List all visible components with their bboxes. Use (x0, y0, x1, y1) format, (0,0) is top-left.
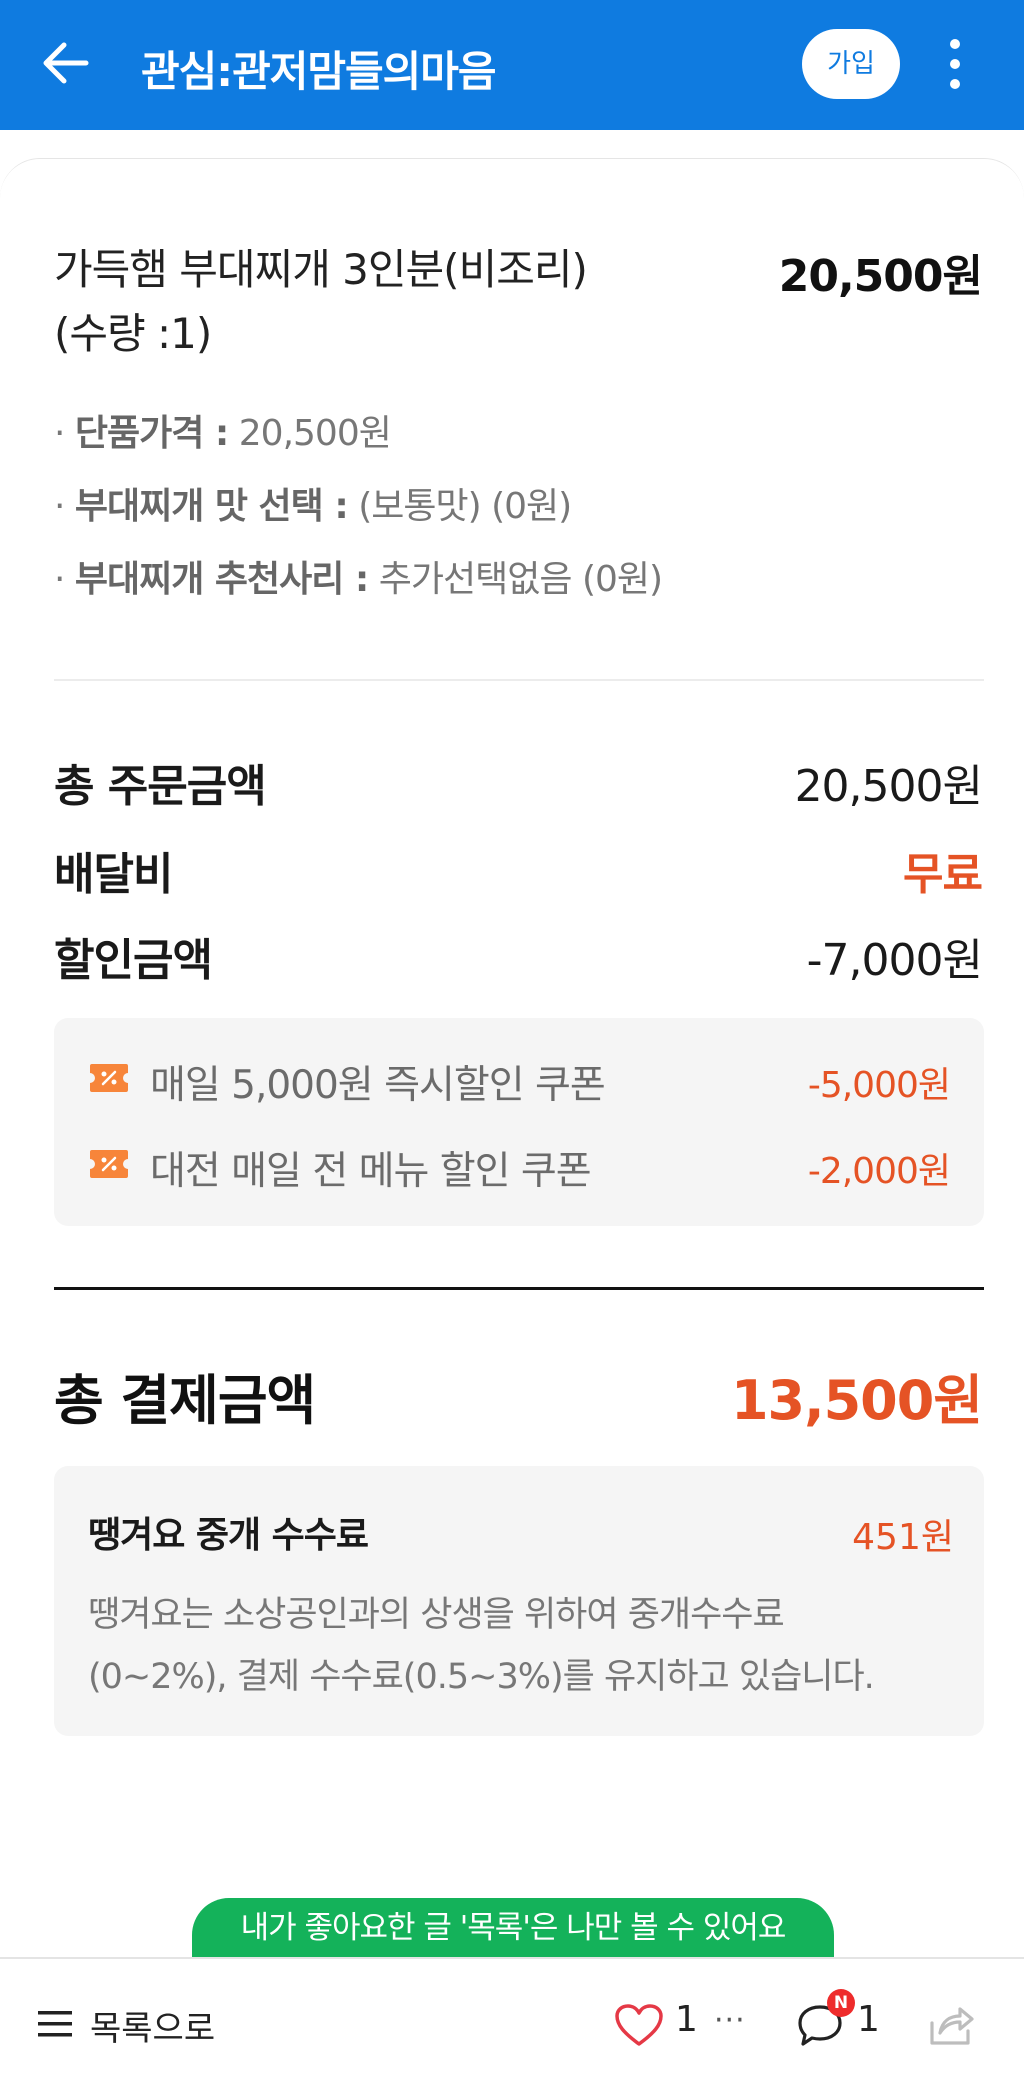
item-quantity: (수량 :1) (54, 309, 212, 358)
comment-count: 1 (857, 1999, 880, 2040)
coupon-amount: -5,000원 (807, 1065, 951, 1106)
total-payment-value: 13,500원 (730, 1369, 983, 1432)
option-value: 20,500원 (238, 413, 392, 454)
total-order-value: 20,500원 (794, 761, 983, 812)
option-value: 추가선택없음 (0원) (378, 559, 663, 600)
heart-icon[interactable] (614, 2003, 664, 2047)
new-comment-badge: N (827, 1989, 855, 2017)
menu-icon[interactable] (38, 2009, 72, 2039)
option-row: · 단품가격 : 20,500원 (54, 413, 392, 454)
fee-amount: 451원 (852, 1517, 954, 1558)
total-order-row: 총 주문금액 20,500원 (54, 750, 983, 812)
coupon-item: 매일 5,000원 즉시할인 쿠폰 -5,000원 (88, 1054, 951, 1108)
item-title: 가득햄 부대찌개 3인분(비조리) (54, 245, 588, 294)
fee-description: 땡겨요는 소상공인과의 상생을 위하여 중개수수료 (0~2%), 결제 수수료… (88, 1584, 958, 1708)
option-key: 부대찌개 맛 선택 : (74, 486, 349, 527)
coupon-name: 매일 5,000원 즉시할인 쿠폰 (150, 1063, 606, 1108)
option-value: (보통맛) (0원) (358, 486, 572, 527)
delivery-fee-label: 배달비 (54, 849, 173, 900)
like-count: 1 (675, 1999, 698, 2040)
back-to-list-button[interactable]: 목록으로 (90, 2001, 215, 2050)
likes-more-button[interactable]: ··· (714, 2003, 746, 2038)
delivery-fee-value: 무료 (903, 849, 983, 900)
discount-value: -7,000원 (806, 935, 983, 986)
bottom-bar: 목록으로 1 ··· N 1 (0, 1957, 1024, 2087)
discount-label: 할인금액 (54, 935, 213, 986)
fee-title: 땡겨요 중개 수수료 (88, 1515, 369, 1556)
item-name: 가득햄 부대찌개 3인분(비조리) (수량 :1) (54, 238, 694, 366)
item-price: 20,500원 (778, 251, 983, 302)
total-payment-label: 총 결제금액 (54, 1369, 316, 1432)
coupon-ticket-icon (90, 1150, 128, 1178)
coupon-name: 대전 매일 전 메뉴 할인 쿠폰 (150, 1149, 592, 1194)
discount-row: 할인금액 -7,000원 (54, 924, 983, 986)
total-order-label: 총 주문금액 (54, 761, 267, 812)
coupon-amount: -2,000원 (807, 1151, 951, 1192)
join-button[interactable]: 가입 (802, 29, 900, 99)
fee-description-line: (0~2%), 결제 수수료(0.5~3%)를 유지하고 있습니다. (88, 1657, 875, 1697)
option-row: · 부대찌개 맛 선택 : (보통맛) (0원) (54, 486, 572, 527)
app-bar: 관심:관저맘들의마음 가입 (0, 0, 1024, 130)
more-vertical-icon[interactable] (935, 36, 975, 92)
item-options: · 단품가격 : 20,500원 · 부대찌개 맛 선택 : (보통맛) (0원… (54, 404, 663, 623)
coupon-item: 대전 매일 전 메뉴 할인 쿠폰 -2,000원 (88, 1140, 951, 1194)
fee-description-line: 땡겨요는 소상공인과의 상생을 위하여 중개수수료 (88, 1595, 785, 1635)
fee-info-box: 땡겨요 중개 수수료 451원 땡겨요는 소상공인과의 상생을 위하여 중개수수… (54, 1466, 984, 1736)
divider (54, 1287, 984, 1290)
divider (54, 679, 984, 681)
page-title: 관심:관저맘들의마음 (141, 47, 497, 96)
option-key: 단품가격 : (74, 413, 229, 454)
back-arrow-icon[interactable] (36, 33, 96, 93)
option-row: · 부대찌개 추천사리 : 추가선택없음 (0원) (54, 559, 663, 600)
option-key: 부대찌개 추천사리 : (74, 559, 369, 600)
coupon-ticket-icon (90, 1064, 128, 1092)
share-icon[interactable] (926, 2001, 976, 2049)
delivery-fee-row: 배달비 무료 (54, 838, 983, 900)
coupon-list: 매일 5,000원 즉시할인 쿠폰 -5,000원 대전 매일 전 메뉴 할인 … (54, 1018, 984, 1226)
